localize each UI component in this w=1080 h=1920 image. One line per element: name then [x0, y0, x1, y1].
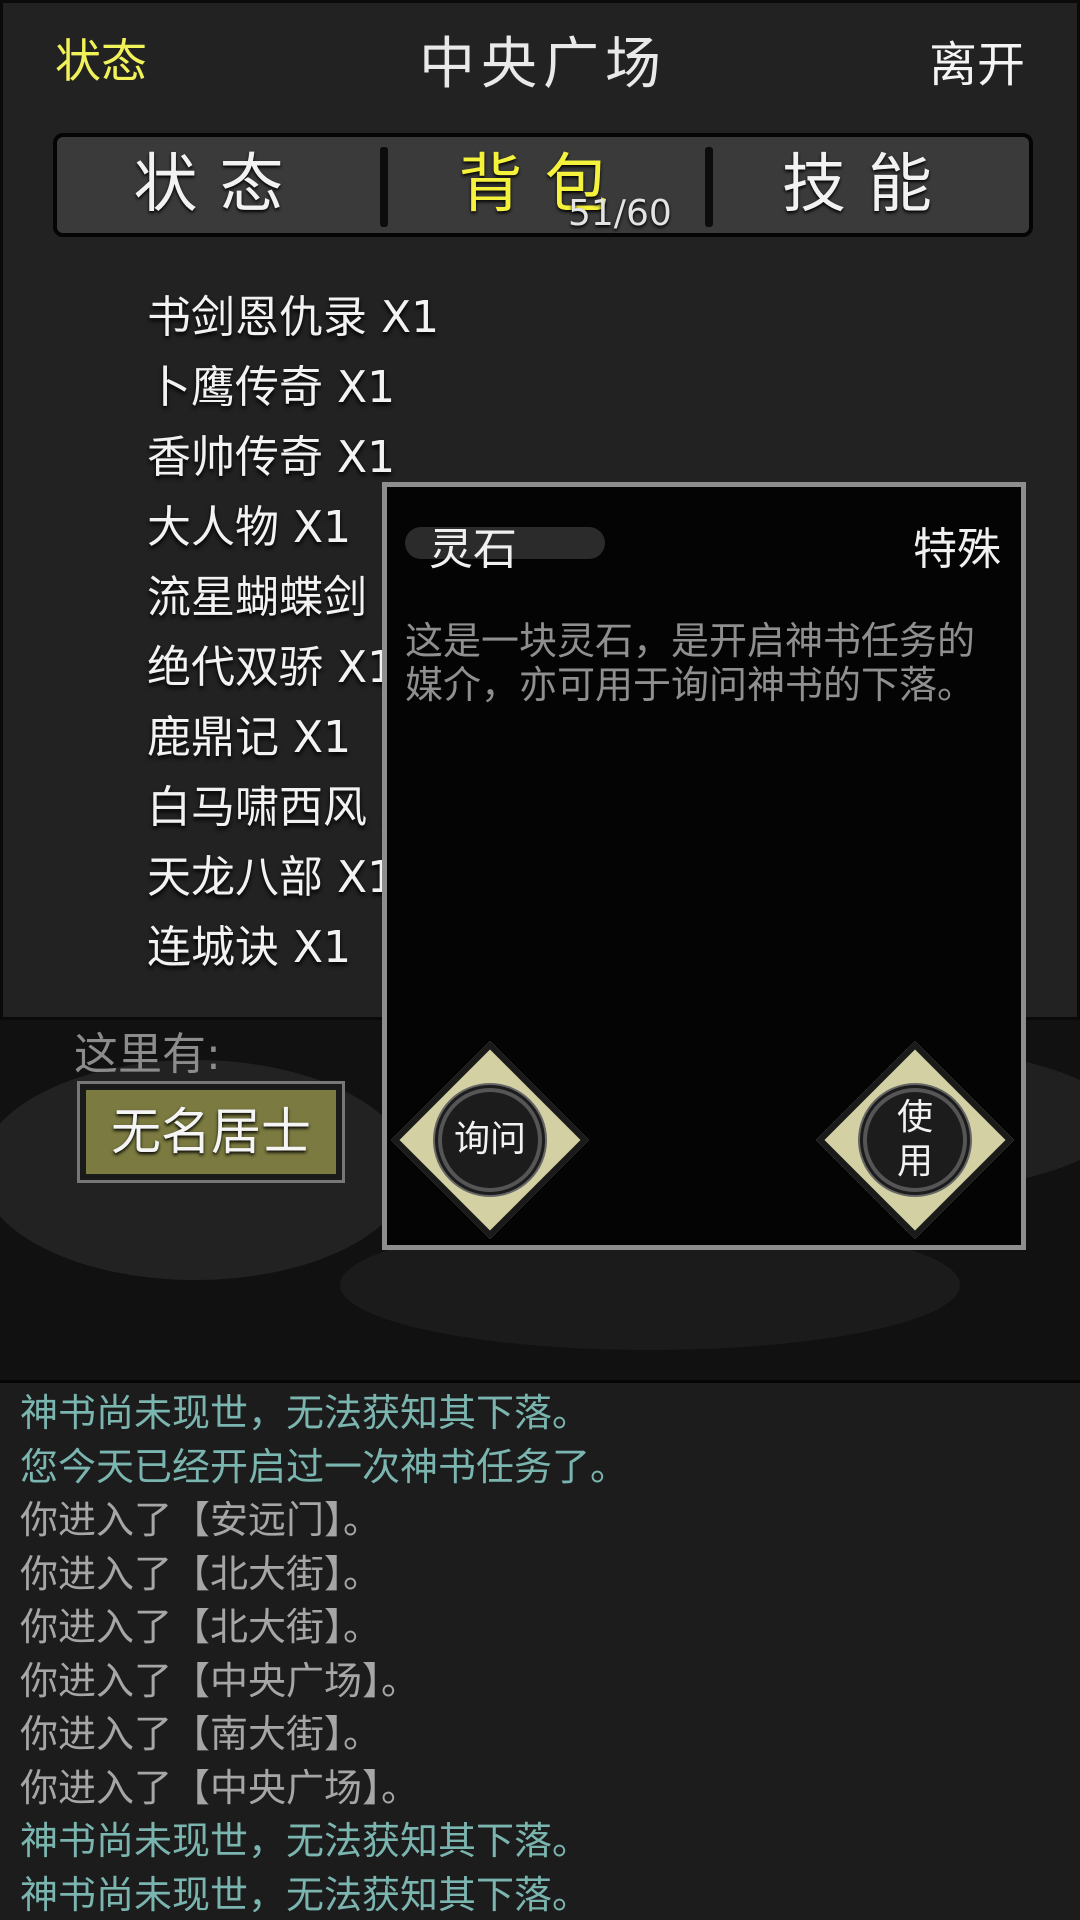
inventory-item[interactable]: 大人物 X1 [113, 493, 405, 563]
log-line: 神书尚未现世，无法获知其下落。 [20, 1872, 591, 1917]
inventory-item[interactable]: 鹿鼎记 X1 [113, 703, 405, 773]
inventory-item[interactable]: 天龙八部 X1 [113, 843, 405, 913]
inventory-item[interactable]: 白马啸西风 X1 [113, 773, 439, 843]
inventory-item[interactable]: 书剑恩仇录 X1 [113, 283, 439, 353]
bag-capacity: 51/60 [568, 193, 672, 234]
inventory-item[interactable]: 流星蝴蝶剑 X1 [113, 563, 439, 633]
inventory-item-label: 天龙八部 X1 [147, 852, 396, 903]
game-screen: 状态 中央广场 离开 状态 背包 技能 51/60 书剑恩仇录 X1 卜鹰传奇 X… [0, 0, 1080, 1920]
use-label: 使 用 [896, 1097, 933, 1182]
use-button[interactable]: 使 用 [815, 1040, 1015, 1240]
log-line: 你进入了【北大街】。 [20, 1551, 382, 1596]
item-type: 特殊 [913, 524, 1001, 575]
inventory-item[interactable]: 绝代双骄 X1 [113, 633, 405, 703]
log-line: 你进入了【南大街】。 [20, 1712, 382, 1756]
inventory-item-label: 鹿鼎记 X1 [147, 712, 352, 763]
item-name: 灵石 [429, 524, 517, 575]
here-label: 这里有: [74, 1029, 221, 1080]
inventory-item[interactable]: 香帅传奇 X1 [113, 423, 405, 493]
leave-button[interactable]: 离开 [929, 25, 1025, 95]
log-line: 你进入了【中央广场】。 [20, 1658, 420, 1703]
inventory-item[interactable]: 卜鹰传奇 X1 [113, 353, 405, 423]
ask-button[interactable]: 询问 [390, 1040, 590, 1240]
inventory-list: 书剑恩仇录 X1 卜鹰传奇 X1 香帅传奇 X1 大人物 X1 流星蝴蝶剑 X1 绝代双骄… [113, 283, 439, 983]
message-log: 神书尚未现世，无法获知其下落。 您今天已经开启过一次神书任务了。 你进入了【安远门】… [0, 1380, 1080, 1920]
log-line: 您今天已经开启过一次神书任务了。 [20, 1444, 629, 1489]
tab-skills[interactable]: 技能 [707, 137, 1029, 233]
inventory-item-label: 卜鹰传奇 X1 [147, 362, 396, 413]
tab-bar: 状态 背包 技能 [53, 133, 1033, 237]
log-line: 你进入了【北大街】。 [20, 1605, 382, 1649]
inventory-item[interactable]: 连城诀 X1 [113, 913, 405, 983]
inventory-item-label: 连城诀 X1 [147, 922, 352, 973]
inventory-item-label: 大人物 X1 [147, 502, 352, 553]
npc-button[interactable]: 无名居士 [80, 1084, 342, 1180]
log-line: 神书尚未现世，无法获知其下落。 [20, 1391, 591, 1435]
inventory-item-label: 香帅传奇 X1 [147, 432, 396, 483]
location-title: 中央广场 [419, 32, 667, 97]
log-line: 你进入了【中央广场】。 [20, 1765, 420, 1810]
log-line: 你进入了【安远门】。 [20, 1498, 382, 1542]
tab-status[interactable]: 状态 [57, 137, 382, 233]
inventory-item-label: 书剑恩仇录 X1 [147, 292, 440, 343]
item-description: 这是一块灵石，是开启神书任务的媒介，亦可用于询问神书的下落。 [405, 619, 976, 707]
inventory-item-label: 绝代双骄 X1 [147, 642, 396, 693]
ask-label: 询问 [453, 1119, 526, 1160]
log-line: 神书尚未现世，无法获知其下落。 [20, 1819, 591, 1863]
